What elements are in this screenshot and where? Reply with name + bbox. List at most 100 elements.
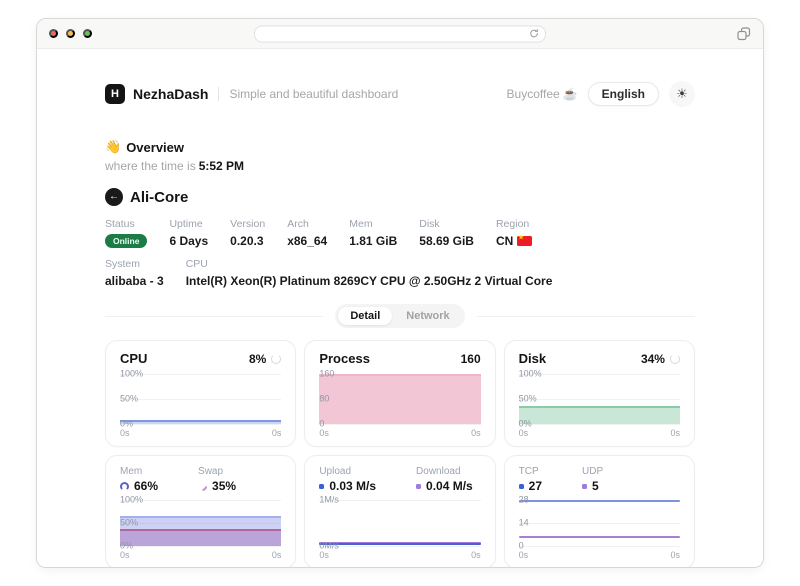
loading-spinner-icon	[271, 354, 281, 364]
x-tick: 0s	[319, 550, 329, 560]
upload-dot-icon	[319, 484, 324, 489]
process-chart-xaxis: 0s 0s	[319, 428, 480, 438]
uptime-value: 6 Days	[169, 234, 208, 248]
tabs: Detail Network	[335, 304, 464, 328]
server-details-row2: System alibaba - 3 CPU Intel(R) Xeon(R) …	[105, 258, 695, 288]
upload-stat-label: Upload	[319, 466, 376, 477]
brand[interactable]: H NezhaDash Simple and beautiful dashboa…	[105, 84, 398, 104]
cpu-card-title: CPU	[120, 351, 147, 366]
x-tick: 0s	[272, 550, 282, 560]
buycoffee-link[interactable]: Buycoffee ☕	[507, 87, 578, 101]
minimize-window-button[interactable]	[66, 29, 75, 38]
header-actions: Buycoffee ☕ English ☀	[507, 81, 695, 107]
language-button[interactable]: English	[588, 82, 659, 106]
y-tick: 0%	[120, 420, 133, 429]
back-button[interactable]: ←	[105, 188, 123, 206]
cpu-model-value: Intel(R) Xeon(R) Platinum 8269CY CPU @ 2…	[186, 274, 553, 288]
metric-cards-grid: CPU 8% 100%50%0% 0s 0s Process	[105, 340, 695, 568]
mem-value: 1.81 GiB	[349, 234, 397, 248]
mem-stat-value: 66%	[134, 479, 158, 493]
process-card-value: 160	[461, 352, 481, 366]
mem-swap-chart: 100%50%0%	[120, 500, 281, 546]
tcp-stat: TCP 27	[519, 466, 542, 493]
close-window-button[interactable]	[49, 29, 58, 38]
copy-tab-button[interactable]	[737, 27, 751, 41]
region-value: CN	[496, 234, 513, 248]
tabs-divider-right	[477, 316, 695, 317]
x-tick: 0s	[120, 550, 130, 560]
x-tick: 0s	[670, 428, 680, 438]
tabs-row: Detail Network	[105, 304, 695, 328]
x-tick: 0s	[670, 550, 680, 560]
detail-uptime: Uptime 6 Days	[169, 218, 208, 248]
x-tick: 0s	[519, 428, 529, 438]
detail-status: Status Online	[105, 218, 147, 248]
app-tagline: Simple and beautiful dashboard	[229, 87, 398, 101]
udp-stat-label: UDP	[582, 466, 603, 477]
connections-chart: 28140	[519, 500, 680, 546]
version-label: Version	[230, 218, 265, 230]
tab-detail[interactable]: Detail	[338, 307, 392, 325]
y-tick: 0	[319, 420, 324, 429]
overview-section: 👋 Overview where the time is5:52 PM	[105, 139, 695, 173]
detail-region: Region CN	[496, 218, 532, 248]
download-stat-value: 0.04 M/s	[426, 479, 473, 493]
y-tick: 100%	[519, 370, 542, 379]
series-line	[319, 543, 480, 545]
back-arrow-icon: ←	[109, 192, 119, 202]
download-stat: Download 0.04 M/s	[416, 466, 473, 493]
mem-progress-arc-icon	[120, 482, 129, 491]
udp-stat-value: 5	[592, 479, 599, 493]
disk-chart-xaxis: 0s 0s	[519, 428, 680, 438]
area-band	[319, 374, 480, 424]
x-tick: 0s	[120, 428, 130, 438]
process-chart: 160800	[319, 374, 480, 424]
mem-label: Mem	[349, 218, 397, 230]
x-tick: 0s	[272, 428, 282, 438]
network-card: Upload 0.03 M/s Download 0.04 M/s	[304, 455, 495, 568]
area-band	[120, 420, 281, 424]
sun-icon: ☀	[676, 86, 688, 102]
coffee-icon: ☕	[563, 87, 578, 101]
y-tick: 80	[319, 395, 329, 404]
tabs-divider-left	[105, 316, 323, 317]
buycoffee-label: Buycoffee	[507, 87, 560, 101]
disk-card-title: Disk	[519, 351, 546, 366]
theme-toggle-button[interactable]: ☀	[669, 81, 695, 107]
mem-swap-chart-xaxis: 0s 0s	[120, 550, 281, 560]
upload-stat-value: 0.03 M/s	[329, 479, 376, 493]
cpu-chart-xaxis: 0s 0s	[120, 428, 281, 438]
y-tick: 1M/s	[319, 496, 339, 505]
detail-arch: Arch x86_64	[287, 218, 327, 248]
x-tick: 0s	[519, 550, 529, 560]
address-bar[interactable]	[254, 25, 546, 42]
arch-value: x86_64	[287, 234, 327, 248]
wave-emoji-icon: 👋	[105, 139, 121, 155]
window-controls	[49, 29, 92, 38]
zoom-window-button[interactable]	[83, 29, 92, 38]
app-logo-icon: H	[105, 84, 125, 104]
disk-card-value: 34%	[641, 352, 665, 366]
tcp-stat-label: TCP	[519, 466, 542, 477]
area-band	[120, 529, 281, 546]
y-tick: 28	[519, 496, 529, 505]
tab-network[interactable]: Network	[394, 307, 461, 325]
disk-chart: 100%50%0%	[519, 374, 680, 424]
series-line	[519, 500, 680, 502]
upload-stat: Upload 0.03 M/s	[319, 466, 376, 493]
y-tick: 0	[519, 542, 524, 551]
y-tick: 100%	[120, 370, 143, 379]
uptime-label: Uptime	[169, 218, 208, 230]
swap-stat-value: 35%	[212, 479, 236, 493]
swap-stat: Swap 35%	[198, 466, 236, 493]
y-tick: 0%	[120, 542, 133, 551]
browser-window: H NezhaDash Simple and beautiful dashboa…	[36, 18, 764, 568]
udp-dot-icon	[582, 484, 587, 489]
cpu-card: CPU 8% 100%50%0% 0s 0s	[105, 340, 296, 447]
reload-icon[interactable]	[529, 29, 539, 39]
overview-title: 👋 Overview	[105, 139, 695, 155]
swap-stat-label: Swap	[198, 466, 236, 477]
cpu-model-label: CPU	[186, 258, 553, 270]
disk-label: Disk	[419, 218, 474, 230]
y-tick: 100%	[120, 496, 143, 505]
